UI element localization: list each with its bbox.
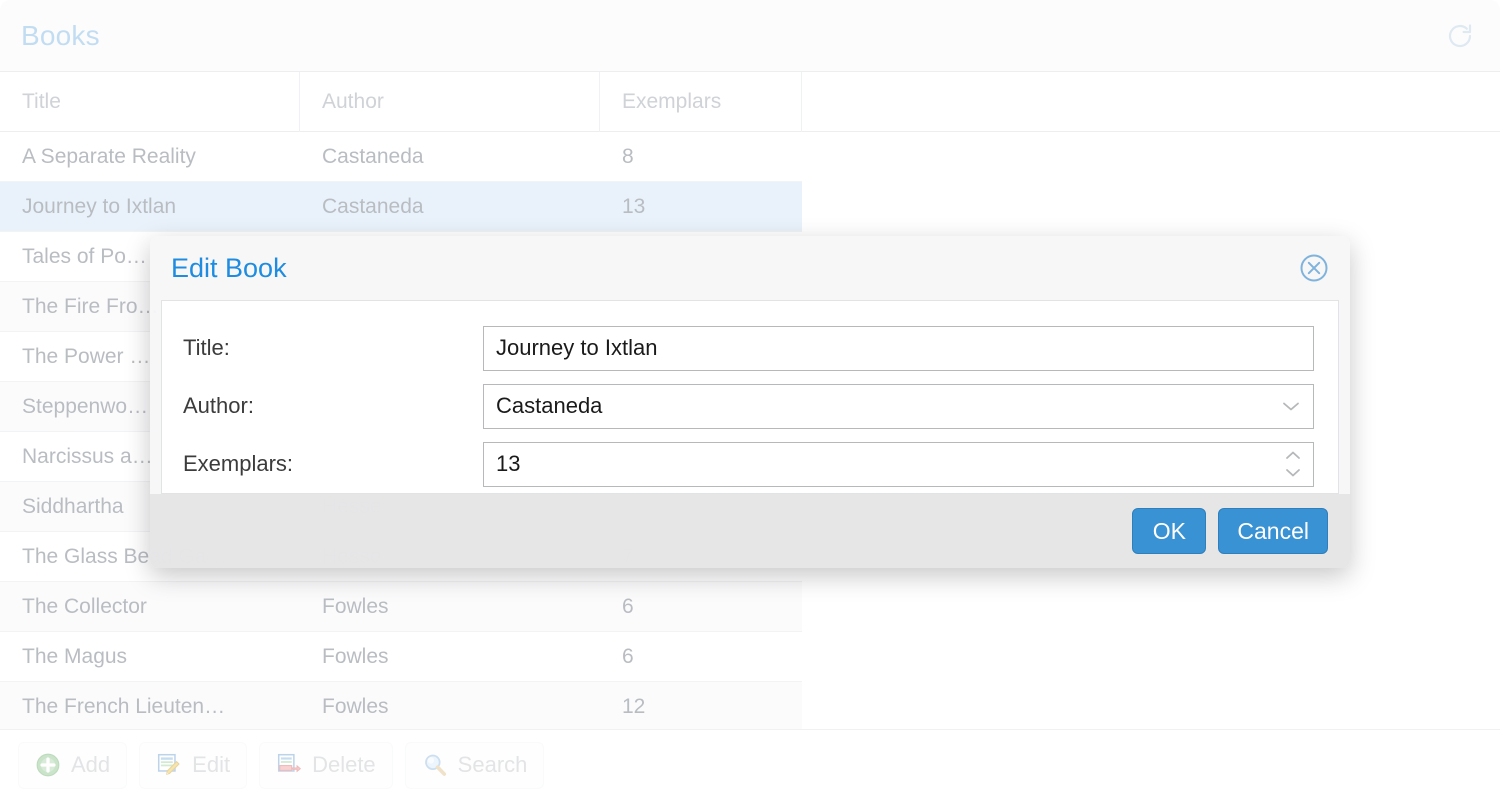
- dialog-header: Edit Book: [150, 236, 1350, 300]
- search-button[interactable]: Search: [404, 741, 545, 789]
- spinner-buttons[interactable]: [1283, 450, 1303, 478]
- cell-exemplars: 6: [622, 644, 634, 668]
- cell-author: Fowles: [322, 594, 389, 618]
- column-header-exemplars[interactable]: Exemplars: [600, 72, 802, 132]
- add-button[interactable]: Add: [18, 741, 128, 789]
- chevron-up-icon[interactable]: [1283, 450, 1303, 461]
- exemplars-spinbox[interactable]: 13: [483, 441, 1314, 487]
- cell-title: The French Lieuten…: [22, 694, 226, 718]
- field-row-exemplars: Exemplars: 13: [162, 435, 1338, 493]
- table-header-row: Title Author Exemplars: [0, 72, 1500, 132]
- chevron-down-icon: [1283, 402, 1299, 411]
- field-row-author: Author: Castaneda: [162, 377, 1338, 435]
- column-header-blank: [802, 72, 1500, 132]
- chevron-down-icon[interactable]: [1283, 467, 1303, 478]
- dialog-close-button[interactable]: [1296, 250, 1332, 286]
- cell-exemplars: 13: [622, 194, 646, 218]
- edit-book-dialog: Edit Book Title: Journey to Ixtlan Autho…: [150, 236, 1350, 568]
- column-header-title[interactable]: Title: [0, 72, 300, 132]
- ok-button[interactable]: OK: [1132, 508, 1207, 554]
- cell-title: The Magus: [22, 644, 128, 668]
- cell-exemplars: 12: [622, 694, 646, 718]
- author-combobox-value: Castaneda: [496, 393, 603, 418]
- dialog-title: Edit Book: [171, 252, 287, 283]
- exemplars-spinbox-value: 13: [496, 451, 521, 476]
- delete-row-icon: [278, 753, 302, 773]
- cell-title: A Separate Reality: [22, 144, 196, 168]
- cell-author: Fowles: [322, 694, 389, 718]
- table-row[interactable]: The Collector Fowles 6: [0, 582, 802, 632]
- title-input-value: Journey to Ixtlan: [496, 335, 658, 360]
- author-combobox[interactable]: Castaneda: [483, 383, 1314, 429]
- window-titlebar: Books: [0, 0, 1500, 72]
- edit-button[interactable]: Edit: [139, 741, 248, 789]
- bottom-toolbar: Add Edit Delete Search: [0, 729, 1500, 800]
- delete-button[interactable]: Delete: [259, 741, 393, 789]
- cell-exemplars: 6: [622, 594, 634, 618]
- refresh-button[interactable]: [1438, 14, 1482, 58]
- refresh-icon: [1448, 24, 1472, 48]
- search-button-label: Search: [457, 752, 528, 777]
- cell-title: The Collector: [22, 594, 147, 618]
- field-row-title: Title: Journey to Ixtlan: [162, 319, 1338, 377]
- cancel-button[interactable]: Cancel: [1218, 508, 1328, 554]
- cell-author: Fowles: [322, 644, 389, 668]
- cell-author: Castaneda: [322, 194, 424, 218]
- magnifier-icon: [424, 754, 446, 776]
- table-row[interactable]: A Separate Reality Castaneda 8: [0, 132, 802, 182]
- edit-button-label: Edit: [192, 752, 231, 777]
- delete-button-label: Delete: [312, 752, 376, 777]
- cell-title: Journey to Ixtlan: [22, 194, 177, 218]
- page-title: Books: [21, 19, 100, 51]
- application-window: Books Title Author Exemplars A Separate …: [0, 0, 1500, 800]
- close-circle-icon: [1300, 254, 1328, 282]
- title-field-label: Title:: [183, 335, 230, 360]
- table-row[interactable]: The French Lieuten… Fowles 12: [0, 682, 802, 732]
- cell-author: Castaneda: [322, 144, 424, 168]
- table-row[interactable]: Journey to Ixtlan Castaneda 13: [0, 182, 802, 232]
- table-row[interactable]: The Magus Fowles 6: [0, 632, 802, 682]
- dialog-footer: OK Cancel: [150, 494, 1350, 568]
- edit-pencil-icon: [158, 753, 180, 775]
- author-field-label: Author:: [183, 393, 254, 418]
- title-input[interactable]: Journey to Ixtlan: [483, 325, 1314, 371]
- cell-exemplars: 8: [622, 144, 634, 168]
- exemplars-field-label: Exemplars:: [183, 451, 294, 476]
- add-circle-icon: [36, 753, 60, 777]
- add-button-label: Add: [71, 752, 111, 777]
- column-header-author[interactable]: Author: [300, 72, 600, 132]
- dialog-body: Title: Journey to Ixtlan Author: Castane…: [161, 300, 1339, 494]
